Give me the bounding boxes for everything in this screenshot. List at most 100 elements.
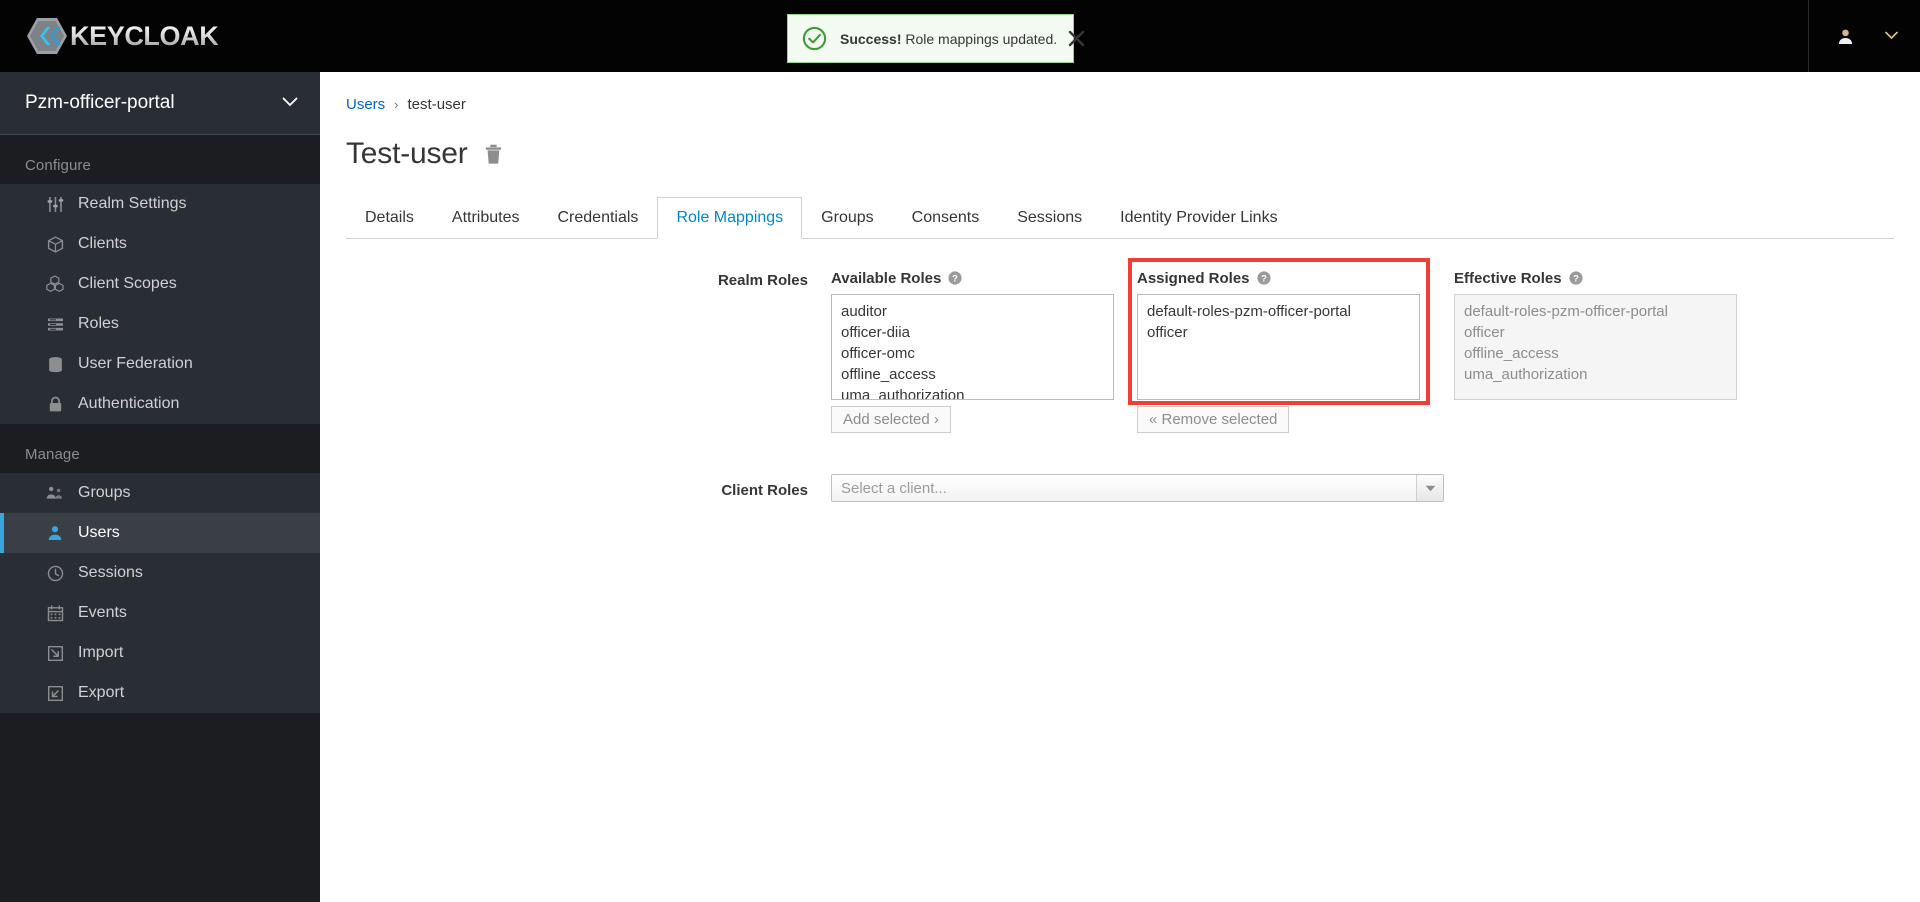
calendar-icon (44, 604, 66, 622)
sidebar-item-sessions[interactable]: Sessions (0, 553, 320, 593)
role-mappings-form: Realm Roles Available Roles ? auditor of… (320, 258, 1920, 502)
question-circle-icon[interactable]: ? (948, 271, 962, 285)
sidebar-item-label: Events (78, 604, 127, 621)
list-item[interactable]: uma_authorization (832, 385, 1113, 399)
sidebar: Pzm-officer-portal Configure Realm Setti… (0, 72, 320, 902)
tab-consents[interactable]: Consents (893, 197, 999, 239)
cubes-icon (44, 275, 66, 293)
sidebar-item-events[interactable]: Events (0, 593, 320, 633)
tab-identity-provider-links[interactable]: Identity Provider Links (1101, 197, 1296, 239)
svg-text:?: ? (1573, 272, 1579, 283)
main-content: Users › test-user Test-user Details Attr… (320, 72, 1920, 902)
nav-section-configure-title: Configure (25, 157, 91, 174)
breadcrumb-separator-icon: › (394, 97, 399, 112)
sidebar-item-label: Realm Settings (78, 195, 187, 212)
available-roles-heading: Available Roles ? (831, 267, 1114, 289)
list-item[interactable]: officer (1138, 322, 1419, 343)
client-roles-label: Client Roles (721, 482, 808, 499)
alert-strong: Success! (840, 30, 902, 47)
cube-icon (44, 235, 66, 253)
list-item: offline_access (1464, 345, 1559, 362)
sidebar-item-label: Authentication (78, 395, 180, 412)
breadcrumb-users-link[interactable]: Users (346, 96, 385, 113)
sidebar-item-groups[interactable]: Groups (0, 473, 320, 513)
sidebar-item-realm-settings[interactable]: Realm Settings (0, 184, 320, 224)
tab-label: Role Mappings (676, 209, 784, 226)
assigned-roles-heading: Assigned Roles ? (1137, 267, 1420, 289)
sidebar-item-label: Users (78, 524, 120, 541)
tab-label: Groups (821, 209, 874, 226)
chevron-down-icon[interactable] (1885, 27, 1898, 45)
tab-label: Credentials (557, 209, 639, 226)
sidebar-item-authentication[interactable]: Authentication (0, 384, 320, 424)
list-item[interactable]: default-roles-pzm-officer-portal (1138, 301, 1419, 322)
list-rows-icon (44, 317, 66, 332)
sidebar-item-label: Roles (78, 315, 119, 332)
sidebar-item-client-scopes[interactable]: Client Scopes (0, 264, 320, 304)
tab-details[interactable]: Details (346, 197, 433, 239)
client-select-placeholder: Select a client... (841, 479, 947, 497)
tab-label: Consents (911, 209, 980, 226)
effective-roles-heading-text: Effective Roles (1454, 269, 1562, 287)
list-item: default-roles-pzm-officer-portal (1464, 303, 1668, 320)
breadcrumb-current: test-user (407, 96, 466, 113)
sidebar-item-label: Clients (78, 235, 127, 252)
list-item[interactable]: officer-diia (832, 322, 1113, 343)
sidebar-item-label: Groups (78, 484, 131, 501)
list-item[interactable]: officer-omc (832, 343, 1113, 364)
question-circle-icon[interactable]: ? (1256, 271, 1271, 285)
tab-role-mappings[interactable]: Role Mappings (657, 197, 803, 239)
effective-roles-listbox: default-roles-pzm-officer-portal officer… (1454, 294, 1737, 400)
svg-text:?: ? (952, 272, 958, 283)
database-icon (44, 356, 66, 373)
available-roles-heading-text: Available Roles (831, 269, 942, 287)
user-avatar-icon (1837, 28, 1854, 45)
tab-sessions[interactable]: Sessions (998, 197, 1101, 239)
remove-selected-button[interactable]: « Remove selected (1137, 406, 1290, 433)
sidebar-item-export[interactable]: Export (0, 673, 320, 713)
effective-roles-heading: Effective Roles ? (1454, 267, 1737, 289)
client-select[interactable]: Select a client... (831, 474, 1444, 502)
available-roles-column: Available Roles ? auditor officer-diia o… (831, 267, 1114, 433)
question-circle-icon[interactable]: ? (1568, 271, 1583, 285)
user-icon (44, 525, 66, 541)
available-roles-listbox[interactable]: auditor officer-diia officer-omc offline… (831, 294, 1114, 400)
brand[interactable]: KEYCLOAK (26, 0, 219, 72)
sidebar-item-clients[interactable]: Clients (0, 224, 320, 264)
tab-attributes[interactable]: Attributes (433, 197, 539, 239)
check-circle-icon (802, 26, 827, 51)
assigned-roles-listbox[interactable]: default-roles-pzm-officer-portal officer (1137, 294, 1420, 400)
export-arrow-icon (44, 685, 66, 702)
sidebar-item-label: Import (78, 644, 124, 661)
assigned-roles-column: Assigned Roles ? default-roles-pzm-offic… (1128, 258, 1430, 433)
page-header: Test-user (320, 113, 1920, 171)
sidebar-item-label: Export (78, 684, 125, 701)
sidebar-item-users[interactable]: Users (0, 513, 320, 553)
sidebar-item-user-federation[interactable]: User Federation (0, 344, 320, 384)
list-item[interactable]: auditor (832, 301, 1113, 322)
sidebar-item-label: Client Scopes (78, 275, 177, 292)
keycloak-hexagon-logo-icon (26, 16, 68, 56)
user-menu[interactable] (1808, 0, 1920, 72)
realm-selector[interactable]: Pzm-officer-portal (0, 72, 320, 135)
list-item: uma_authorization (1464, 366, 1588, 383)
effective-roles-column: Effective Roles ? default-roles-pzm-offi… (1454, 267, 1737, 400)
sidebar-item-import[interactable]: Import (0, 633, 320, 673)
page-title: Test-user (346, 137, 468, 170)
close-icon[interactable] (1067, 29, 1086, 48)
list-item[interactable]: offline_access (832, 364, 1113, 385)
tab-label: Sessions (1017, 209, 1083, 226)
sidebar-item-roles[interactable]: Roles (0, 304, 320, 344)
add-selected-button[interactable]: Add selected › (831, 406, 951, 433)
tab-groups[interactable]: Groups (802, 197, 892, 239)
tab-credentials[interactable]: Credentials (539, 197, 658, 239)
list-item: officer (1464, 324, 1505, 341)
clock-icon (44, 565, 66, 582)
realm-roles-label: Realm Roles (717, 272, 808, 289)
user-tabs: Details Attributes Credentials Role Mapp… (346, 197, 1894, 239)
tab-label: Identity Provider Links (1120, 209, 1278, 226)
caret-down-icon[interactable] (1416, 475, 1443, 501)
svg-text:?: ? (1261, 272, 1267, 283)
brand-title: KEYCLOAK (70, 20, 219, 51)
trash-icon[interactable] (484, 144, 503, 165)
